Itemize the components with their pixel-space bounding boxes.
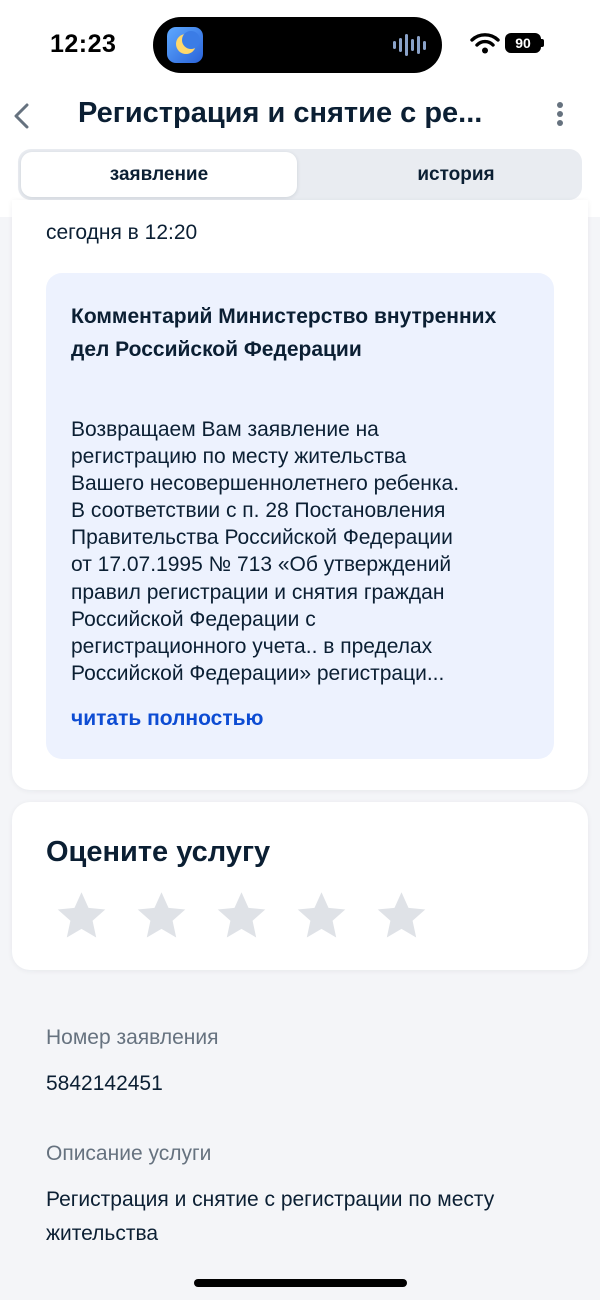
chevron-left-icon[interactable] <box>8 96 38 136</box>
comment-title: Комментарий Министерство внутренних дел … <box>71 305 497 361</box>
app-icon <box>167 27 203 63</box>
app-header: Регистрация и снятие с ре... <box>0 88 600 143</box>
segmented-control: заявление история <box>18 149 582 200</box>
comment-line: Возвращаем Вам заявление на <box>71 418 379 441</box>
comment-line: Вашего несовершеннолетнего ребенка. <box>71 472 460 496</box>
page-title: Регистрация и снятие с ре... <box>78 97 483 129</box>
status-time: 12:23 <box>50 30 117 58</box>
comment-line: регистрационного учета.. в пределах <box>71 634 433 658</box>
comment-line: от 17.07.1995 № 713 «Об утверждений <box>71 553 452 577</box>
star-icon[interactable] <box>294 890 349 942</box>
tab-history[interactable]: история <box>318 152 594 197</box>
read-more-link[interactable]: читать полностью <box>71 707 263 731</box>
dynamic-island <box>153 17 442 73</box>
service-description-label: Описание услуги <box>46 1142 212 1165</box>
battery-icon: 90 <box>505 33 541 53</box>
battery-tip <box>541 39 544 47</box>
star-rating <box>54 890 429 942</box>
application-number-label: Номер заявления <box>46 1026 219 1049</box>
comment-line: Российской Федерации» регистраци... <box>71 661 445 685</box>
comment-line: В соответствии с п. 28 Постановления <box>71 499 446 523</box>
status-card: сегодня в 12:20 Комментарий Министерство… <box>12 200 588 790</box>
application-number: 5842142451 <box>46 1072 163 1095</box>
service-description: Регистрация и снятие с регистрации по ме… <box>46 1188 495 1245</box>
star-icon[interactable] <box>134 890 189 942</box>
star-icon[interactable] <box>214 890 269 942</box>
more-vertical-icon[interactable] <box>552 100 568 130</box>
voice-wave-icon <box>393 34 426 56</box>
status-timestamp: сегодня в 12:20 <box>46 221 198 244</box>
comment-line: Российской Федерации с <box>71 607 316 631</box>
comment-line: Правительства Российской Федерации <box>71 526 453 550</box>
home-indicator <box>194 1279 407 1287</box>
star-icon[interactable] <box>374 890 429 942</box>
star-icon[interactable] <box>54 890 109 942</box>
comment-line: регистрацию по месту жительства <box>71 445 407 469</box>
rating-card: Оцените услугу <box>12 802 588 970</box>
comment-body: Возвращаем Вам заявление на регистрацию … <box>71 416 536 687</box>
rating-title: Оцените услугу <box>46 836 271 868</box>
comment-line: правил регистрации и снятия граждан <box>71 580 445 604</box>
tab-application[interactable]: заявление <box>21 152 297 197</box>
status-bar: 12:23 90 <box>0 0 600 88</box>
wifi-icon <box>470 33 500 54</box>
comment-box: Комментарий Министерство внутренних дел … <box>46 273 554 759</box>
